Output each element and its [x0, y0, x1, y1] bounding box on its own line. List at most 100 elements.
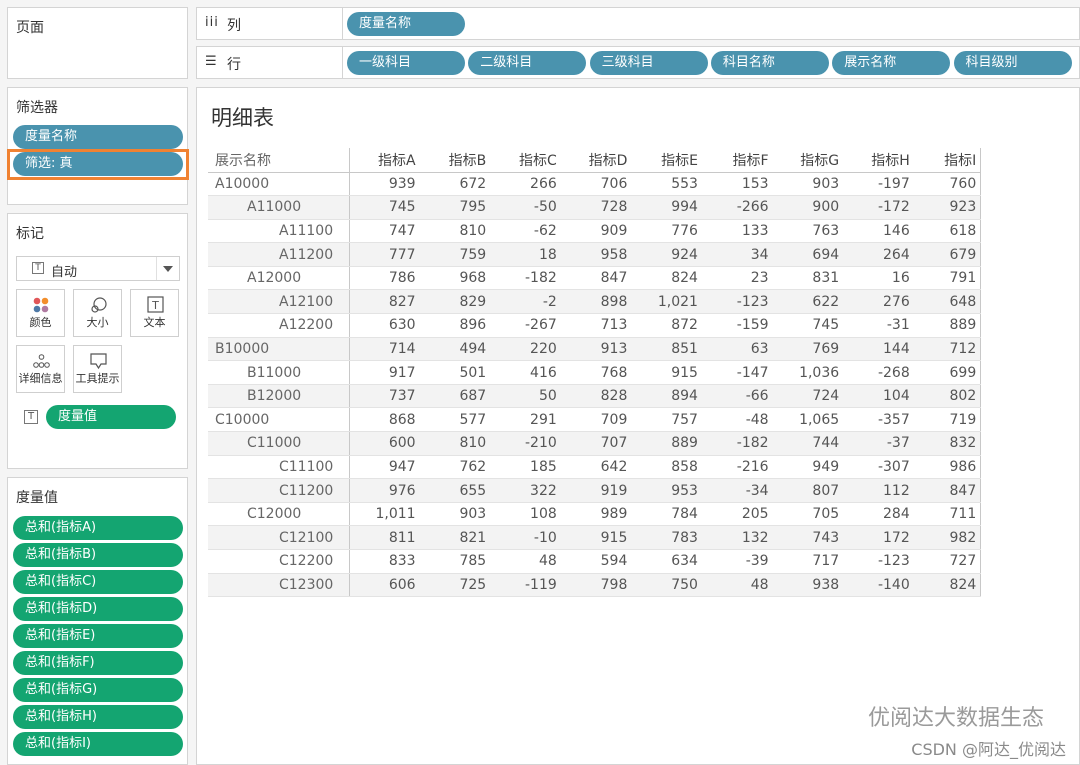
value-cell: 104 [843, 384, 914, 409]
measure-pill[interactable]: 总和(指标I) [13, 732, 183, 756]
column-pill-measure-names[interactable]: 度量名称 [347, 12, 465, 36]
detail-mark-button[interactable]: 详细信息 [16, 345, 65, 393]
value-cell: 903 [419, 502, 491, 527]
filters-panel[interactable]: 筛选器 度量名称 筛选: 真 [7, 87, 189, 205]
value-cell: 144 [843, 337, 914, 362]
value-cell: 1,011 [349, 502, 420, 527]
detail-icon [33, 354, 50, 368]
value-cell: -197 [843, 172, 914, 197]
size-icon [91, 297, 107, 313]
chevron-down-icon[interactable] [163, 266, 173, 272]
value-cell: -182 [490, 266, 561, 291]
value-cell: 1,036 [772, 360, 844, 385]
table-row: A11200 777 759 18 958 924 34 694 264 679 [208, 242, 982, 267]
value-cell: 982 [913, 525, 982, 550]
table-row: A12100 827 829 -2 898 1,021 -123 622 276 648 [208, 289, 982, 315]
measure-pill[interactable]: 总和(指标H) [13, 705, 183, 729]
mark-type-dropdown[interactable]: T 自动 [16, 256, 180, 281]
row-pill[interactable]: 二级科目 [468, 51, 587, 75]
value-cell: 709 [560, 407, 632, 433]
size-mark-button[interactable]: 大小 [73, 289, 122, 337]
columns-shelf[interactable]: iii 列 度量名称 [196, 7, 1080, 40]
pages-title: 页面 [16, 20, 44, 36]
text-mark-button[interactable]: T 文本 [130, 289, 179, 337]
measure-pill[interactable]: 总和(指标E) [13, 624, 183, 648]
value-cell: 827 [349, 289, 420, 315]
value-cell: 622 [772, 289, 844, 315]
value-cell: -123 [701, 289, 773, 315]
measure-pill[interactable]: 总和(指标D) [13, 597, 183, 621]
measure-pill[interactable]: 总和(指标G) [13, 678, 183, 702]
row-name-cell: C11000 [208, 431, 350, 456]
color-mark-button[interactable]: 颜色 [16, 289, 65, 337]
value-cell: -50 [490, 195, 561, 220]
row-pill[interactable]: 三级科目 [589, 51, 708, 75]
value-cell: 112 [843, 478, 914, 503]
value-cell: -182 [701, 431, 773, 456]
value-cell: 291 [490, 407, 561, 433]
table-row: B11000 917 501 416 768 915 -147 1,036 -268 699 [208, 360, 982, 385]
rows-shelf[interactable]: ☰ 行 一级科目 二级科目 三级科目 科目名称 展示名称 科目级别 [196, 46, 1080, 79]
columns-label: 列 [227, 18, 241, 34]
table-row: C12200 833 785 48 594 634 -39 717 -123 727 [208, 549, 982, 574]
value-cell: 938 [772, 573, 844, 598]
measure-pill[interactable]: 总和(指标A) [13, 516, 183, 540]
value-cell: 989 [560, 502, 632, 527]
row-pill[interactable]: 科目名称 [710, 51, 829, 75]
value-cell: 172 [843, 525, 914, 550]
measure-pill[interactable]: 总和(指标C) [13, 570, 183, 594]
value-cell: 284 [843, 502, 914, 527]
value-cell: -10 [490, 525, 561, 550]
value-cell: 847 [560, 266, 632, 291]
table-row: C12300 606 725 -119 798 750 48 938 -140 824 [208, 573, 982, 598]
row-pill[interactable]: 科目级别 [953, 51, 1072, 75]
measure-values-panel: 度量值 总和(指标A) 总和(指标B) 总和(指标C) 总和(指标D) 总和(指标E) 总… [7, 477, 188, 765]
row-header-label: 展示名称 [208, 148, 350, 173]
filter-pill-measure-names[interactable]: 度量名称 [13, 125, 183, 149]
mark-field-measure-values[interactable]: 度量值 [46, 405, 176, 429]
value-cell: -37 [843, 431, 914, 456]
table-row: C11200 976 655 322 919 953 -34 807 112 847 [208, 478, 982, 503]
value-cell: 828 [560, 384, 632, 409]
value-cell: 810 [419, 219, 491, 244]
table-row: C12100 811 821 -10 915 783 132 743 172 982 [208, 525, 982, 550]
value-cell: -31 [843, 313, 914, 338]
value-cell: 807 [772, 478, 844, 503]
value-cell: 416 [490, 360, 561, 385]
row-name-cell: A12000 [208, 266, 350, 291]
measure-pill[interactable]: 总和(指标F) [13, 651, 183, 675]
detail-mark-label: 详细信息 [18, 372, 63, 385]
value-cell: 276 [843, 289, 914, 315]
value-cell: 737 [349, 384, 420, 409]
value-cell: 889 [631, 431, 702, 456]
mark-type-label: 自动 [51, 265, 78, 280]
rows-label: 行 [227, 57, 241, 73]
value-cell: -2 [490, 289, 561, 315]
value-cell: 968 [419, 266, 491, 291]
value-cell: 802 [913, 384, 982, 409]
filter-pill-condition[interactable]: 筛选: 真 [13, 152, 183, 176]
row-pill[interactable]: 一级科目 [347, 51, 465, 75]
value-cell: -62 [490, 219, 561, 244]
tooltip-mark-button[interactable]: 工具提示 [73, 345, 122, 393]
value-cell: 851 [631, 337, 702, 362]
row-name-cell: A11200 [208, 242, 350, 267]
row-pill[interactable]: 展示名称 [832, 51, 951, 75]
table-row: B10000 714 494 220 913 851 63 769 144 712 [208, 337, 982, 362]
filters-title: 筛选器 [16, 100, 58, 116]
value-cell: 711 [913, 502, 982, 527]
watermark-brand: 优阅达大数据生态 [867, 706, 1044, 731]
measure-pill[interactable]: 总和(指标B) [13, 543, 183, 567]
value-cell: -119 [490, 573, 561, 598]
table-row: C10000 868 577 291 709 757 -48 1,065 -357 719 [208, 407, 982, 433]
value-cell: 553 [631, 172, 702, 197]
value-cell: 146 [843, 219, 914, 244]
marks-panel: 标记 T 自动 颜色 大小 T 文本 详细信息 工具提示 T 度量值 [7, 213, 188, 469]
value-cell: -123 [843, 549, 914, 574]
value-cell: 48 [701, 573, 773, 598]
worksheet-canvas[interactable]: 明细表 展示名称 指标A 指标B 指标C 指标D 指标E 指标F 指标G 指标H 指标I A10… [196, 87, 1080, 765]
value-cell: 600 [349, 431, 420, 456]
value-cell: 108 [490, 502, 561, 527]
column-header: 指标B [419, 148, 491, 173]
row-name-cell: B12000 [208, 384, 350, 409]
